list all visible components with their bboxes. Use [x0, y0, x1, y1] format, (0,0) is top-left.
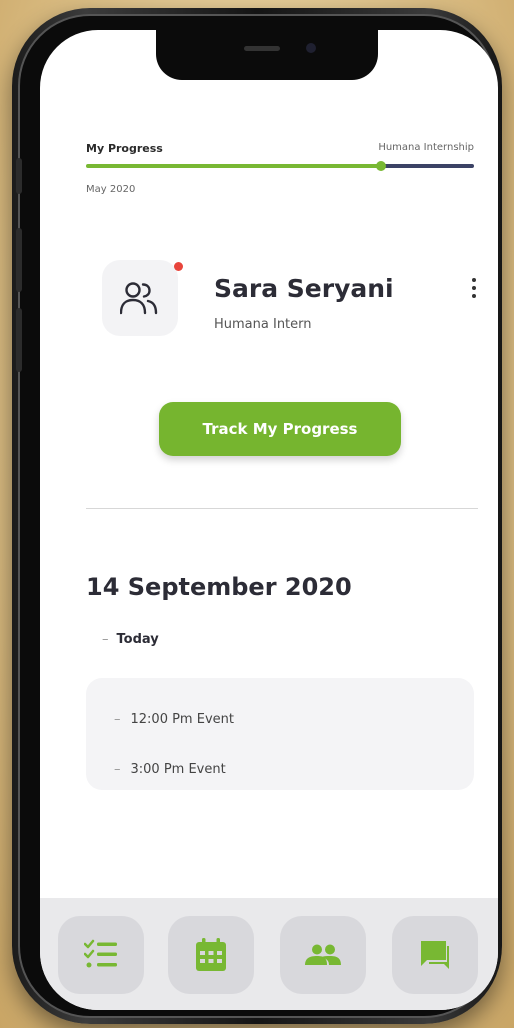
nav-tasks-button[interactable] — [58, 916, 144, 994]
dash-icon: – — [102, 632, 109, 647]
today-label: – Today — [102, 632, 159, 647]
dash-icon: – — [114, 762, 121, 777]
track-my-progress-button[interactable]: Track My Progress — [159, 402, 401, 456]
front-camera — [306, 43, 316, 53]
event-label: 3:00 Pm Event — [130, 762, 226, 777]
event-item[interactable]: –12:00 Pm Event — [114, 712, 234, 727]
progress-bar-complete — [86, 164, 381, 168]
phone-notch — [156, 30, 378, 80]
today-text: Today — [116, 632, 159, 647]
progress-date: May 2020 — [86, 184, 136, 195]
chat-icon — [421, 941, 449, 969]
user-role: Humana Intern — [214, 317, 312, 332]
people-outline-icon — [120, 282, 158, 315]
notification-dot — [174, 262, 183, 271]
app-screen: My Progress Humana Internship May 2020 S… — [40, 30, 498, 1010]
more-options-icon[interactable] — [470, 278, 478, 302]
calendar-icon — [196, 938, 226, 971]
volume-up-button — [16, 228, 22, 292]
bottom-nav — [40, 898, 498, 1010]
avatar[interactable] — [102, 260, 178, 336]
nav-team-button[interactable] — [280, 916, 366, 994]
progress-label: My Progress — [86, 142, 163, 155]
dash-icon: – — [114, 712, 121, 727]
user-name: Sara Seryani — [214, 274, 394, 303]
section-divider — [86, 508, 478, 509]
nav-calendar-button[interactable] — [168, 916, 254, 994]
phone-frame: My Progress Humana Internship May 2020 S… — [12, 8, 502, 1024]
mute-switch — [16, 158, 22, 194]
volume-down-button — [16, 308, 22, 372]
progress-bar-remaining — [381, 164, 474, 168]
event-label: 12:00 Pm Event — [130, 712, 234, 727]
group-icon — [305, 944, 341, 965]
schedule-date: 14 September 2020 — [86, 573, 352, 601]
speaker-grille — [244, 46, 280, 51]
event-item[interactable]: –3:00 Pm Event — [114, 762, 226, 777]
nav-messages-button[interactable] — [392, 916, 478, 994]
internship-label: Humana Internship — [378, 142, 474, 153]
events-card: –12:00 Pm Event –3:00 Pm Event — [86, 678, 474, 790]
progress-bar — [86, 161, 474, 171]
progress-marker[interactable] — [376, 161, 386, 171]
checklist-icon — [84, 939, 117, 968]
